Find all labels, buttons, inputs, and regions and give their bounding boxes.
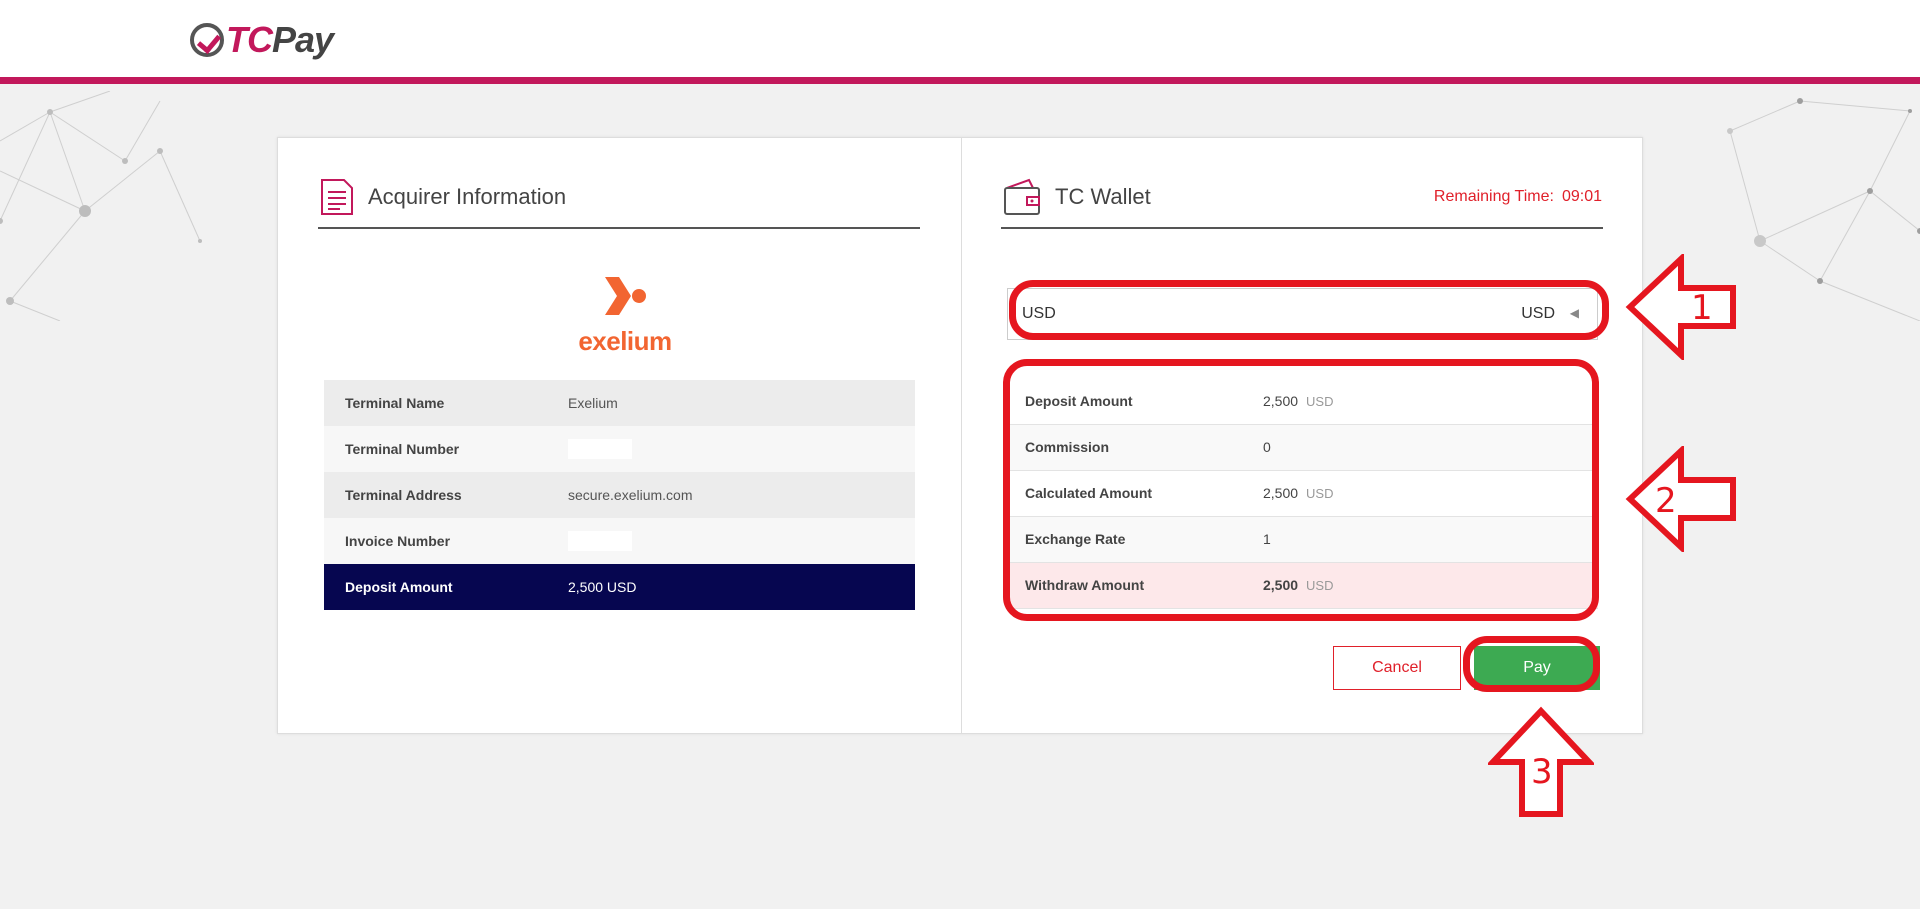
check-logo-icon: [190, 23, 224, 57]
remaining-time-value: 09:01: [1561, 188, 1602, 205]
acquirer-title-text: Acquirer Information: [368, 184, 567, 209]
redacted-value: [568, 439, 632, 459]
annotation-box-1: [1009, 280, 1609, 340]
table-row-deposit-total: Deposit Amount 2,500 USD: [324, 564, 915, 610]
row-label: Deposit Amount: [345, 579, 453, 595]
row-label: Invoice Number: [345, 533, 451, 549]
wallet-title-text: TC Wallet: [1055, 184, 1151, 209]
logo-pay-text: Pay: [272, 19, 334, 60]
annotation-box-2: [1003, 359, 1599, 621]
remaining-time: Remaining Time: 09:01: [1434, 188, 1602, 206]
cancel-button[interactable]: Cancel: [1333, 646, 1461, 690]
network-decoration-left: [0, 91, 202, 321]
acquirer-info-table: Terminal Name Exelium Terminal Number Te…: [324, 380, 915, 610]
row-value: secure.exelium.com: [568, 487, 693, 503]
row-label: Terminal Address: [345, 487, 462, 503]
exelium-logo: exelium: [570, 273, 680, 356]
document-icon: [321, 179, 353, 215]
logo-tc-text: TC: [226, 19, 273, 60]
acquirer-title-rule: [318, 227, 920, 229]
wallet-title: TC Wallet: [1003, 178, 1151, 216]
redacted-value: [568, 531, 632, 551]
table-row: Terminal Number: [324, 426, 915, 472]
remaining-time-label: Remaining Time:: [1433, 188, 1554, 205]
row-label: Terminal Number: [345, 441, 460, 457]
row-label: Terminal Name: [345, 395, 445, 411]
row-value: [547, 518, 915, 564]
row-value: 2,500 USD: [568, 579, 637, 595]
annotation-number-2: 2: [1655, 481, 1677, 521]
row-value: Exelium: [568, 395, 618, 411]
exelium-logo-text: exelium: [578, 326, 672, 356]
annotation-number-3: 3: [1531, 752, 1553, 792]
wallet-title-rule: [1001, 227, 1603, 229]
acquirer-title: Acquirer Information: [320, 178, 566, 216]
annotation-number-1: 1: [1691, 288, 1713, 328]
wallet-icon: [1004, 178, 1040, 215]
table-row: Terminal Address secure.exelium.com: [324, 472, 915, 518]
exelium-mark-icon: [605, 277, 646, 315]
annotation-arrow-3: 3: [1488, 706, 1594, 817]
annotation-arrow-1: 1: [1625, 254, 1736, 360]
annotation-arrow-2: 2: [1625, 446, 1736, 552]
annotation-box-3: [1463, 636, 1600, 692]
tcpay-logo[interactable]: TC Pay: [190, 18, 334, 62]
column-divider: [961, 138, 962, 733]
table-row: Terminal Name Exelium: [324, 380, 915, 426]
table-row: Invoice Number: [324, 518, 915, 564]
top-header: TC Pay: [0, 0, 1920, 84]
row-value: [547, 426, 915, 472]
